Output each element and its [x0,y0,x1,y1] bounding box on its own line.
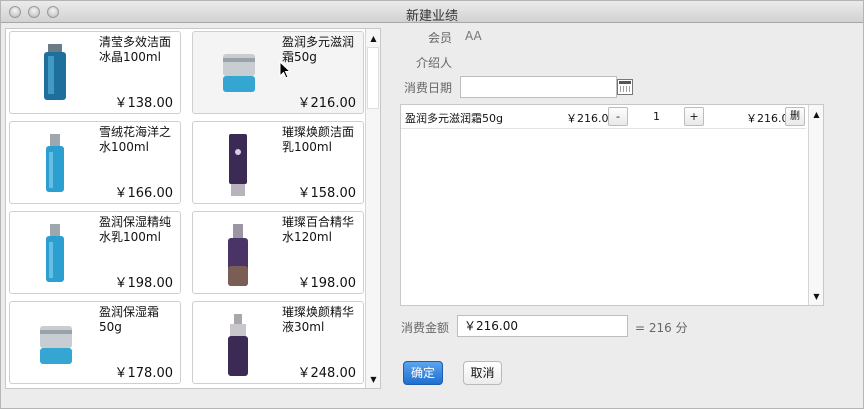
decrease-qty-button[interactable]: - [608,107,628,126]
item-name: 盈润多元滋润霜50g [405,112,503,125]
product-price: ￥166.00 [114,186,174,201]
tube-bottle-blue-icon [44,44,66,100]
increase-qty-button[interactable]: + [684,107,704,126]
product-card[interactable]: 盈润保湿霜50g ￥178.00 [9,301,181,384]
product-price: ￥158.00 [297,186,357,201]
mouse-pointer-icon [279,61,291,79]
product-card[interactable]: 璀璨焕颜精华液30ml ￥248.00 [192,301,364,384]
product-list-scrollbar[interactable]: ▲ ▼ [365,29,380,388]
member-label: 会员 [428,31,453,45]
product-name: 清莹多效洁面冰晶100ml [99,35,172,64]
tall-bottle-blue-icon [46,134,64,192]
delete-item-button[interactable]: 删 [785,107,805,126]
amount-label: 消费金额 [401,321,450,335]
product-list[interactable]: 清莹多效洁面冰晶100ml ￥138.00 盈润多元滋润霜50g ￥216.00… [5,28,381,389]
new-performance-window: 新建业绩 清莹多效洁面冰晶100ml ￥138.00 盈润多元滋润霜50g ￥2… [0,0,864,409]
product-price: ￥248.00 [297,366,357,381]
order-items-table[interactable]: 盈润多元滋润霜50g ￥216.00 - 1 + ￥216.00 删 ▲ ▼ [400,104,824,306]
referrer-label: 介绍人 [416,56,453,70]
product-price: ￥138.00 [114,96,174,111]
cream-jar-blue-icon [223,54,255,92]
pump-bottle-purple-icon [228,314,248,376]
item-qty[interactable]: 1 [653,110,660,123]
scroll-up-icon[interactable]: ▲ [366,30,380,46]
product-card[interactable]: 盈润多元滋润霜50g ￥216.00 [192,31,364,114]
points-text: = 216 分 [635,321,688,335]
product-price: ￥198.00 [297,276,357,291]
confirm-button[interactable]: 确定 [403,361,443,385]
product-card[interactable]: 雪绒花海洋之水100ml ￥166.00 [9,121,181,204]
table-row[interactable]: 盈润多元滋润霜50g ￥216.00 - 1 + ￥216.00 删 [401,105,806,129]
product-card[interactable]: 盈润保湿精纯水乳100ml ￥198.00 [9,211,181,294]
product-name: 璀璨焕颜洁面乳100ml [282,125,355,154]
product-name: 雪绒花海洋之水100ml [99,125,172,154]
product-price: ￥178.00 [114,366,174,381]
date-label: 消费日期 [404,81,453,95]
product-name: 盈润保湿精纯水乳100ml [99,215,172,244]
calendar-icon[interactable] [617,79,633,95]
title-bar: 新建业绩 [1,1,863,24]
date-field[interactable] [460,76,617,98]
window-title: 新建业绩 [405,9,458,24]
product-card[interactable]: 璀璨百合精华水120ml ￥198.00 [192,211,364,294]
amount-field[interactable]: ￥216.00 [457,315,628,337]
tall-bottle-blue-icon [46,224,64,282]
product-price: ￥198.00 [114,276,174,291]
order-table-scrollbar[interactable]: ▲ ▼ [808,105,823,305]
product-name: 盈润保湿霜50g [99,305,160,334]
product-name: 璀璨百合精华水120ml [282,215,355,244]
product-name: 璀璨焕颜精华液30ml [282,305,355,334]
tube-bottle-purple-icon [229,134,247,196]
cream-jar-blue-icon [40,326,72,364]
product-card[interactable]: 清莹多效洁面冰晶100ml ￥138.00 [9,31,181,114]
product-price: ￥216.00 [297,96,357,111]
scroll-up-icon[interactable]: ▲ [809,106,824,122]
cancel-button[interactable]: 取消 [463,361,502,385]
member-value[interactable]: AA [465,29,482,43]
tall-bottle-purple-icon [228,224,248,286]
product-name: 盈润多元滋润霜50g [282,35,355,64]
scroll-thumb[interactable] [367,47,379,109]
scroll-down-icon[interactable]: ▼ [809,288,824,304]
scroll-down-icon[interactable]: ▼ [366,371,380,387]
product-card[interactable]: 璀璨焕颜洁面乳100ml ￥158.00 [192,121,364,204]
